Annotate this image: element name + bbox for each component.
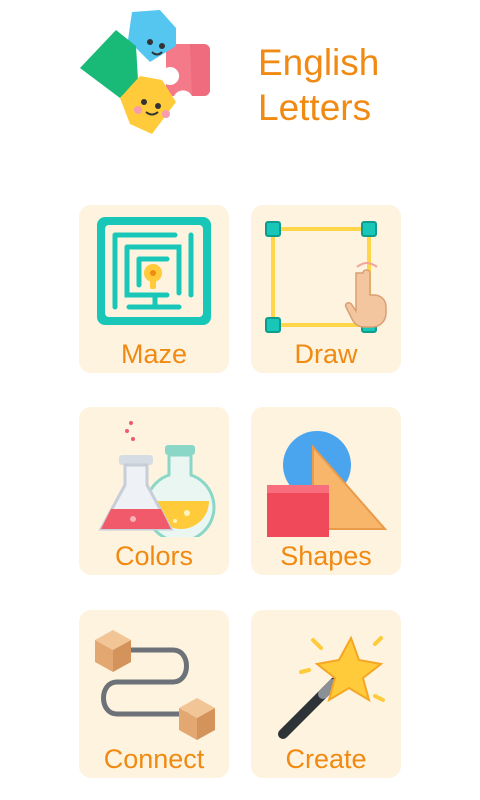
maze-button[interactable]: Maze [79, 205, 229, 373]
draw-label: Draw [294, 339, 358, 369]
connect-boxes-icon [95, 630, 215, 740]
connect-button[interactable]: Connect [79, 610, 229, 778]
maze-icon [97, 217, 211, 325]
create-button[interactable]: Create [251, 610, 401, 778]
maze-label: Maze [120, 339, 188, 369]
shapes-label: Shapes [280, 541, 372, 571]
colors-button[interactable]: Colors [79, 407, 229, 575]
create-label: Create [285, 744, 367, 774]
magic-wand-icon [278, 635, 385, 739]
shapes-button[interactable]: Shapes [251, 407, 401, 575]
draw-square-icon [265, 221, 387, 333]
flasks-icon [98, 421, 216, 537]
connect-label: Connect [103, 744, 205, 774]
draw-button[interactable]: Draw [251, 205, 401, 373]
shapes-icon [267, 431, 388, 537]
colors-label: Colors [114, 541, 194, 571]
activity-menu: Maze Draw Colors Shapes Connect Create [0, 0, 480, 800]
